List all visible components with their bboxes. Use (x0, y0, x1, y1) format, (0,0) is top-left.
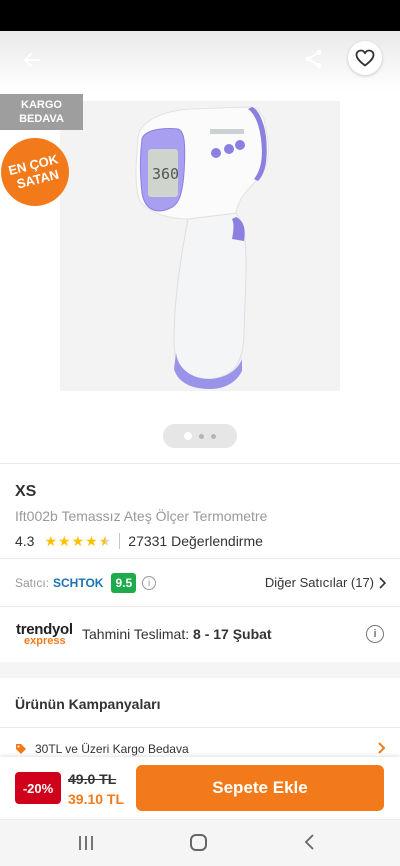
add-to-cart-button[interactable]: Sepete Ekle (136, 765, 384, 811)
current-price: 39.10 TL (68, 791, 125, 807)
product-name: Ift002b Temassız Ateş Ölçer Termometre (15, 508, 268, 524)
free-shipping-text: KARGO BEDAVA (19, 99, 64, 125)
star-icon: ★ (85, 532, 98, 549)
chevron-right-icon[interactable] (376, 742, 386, 754)
delivery-dates: 8 - 17 Şubat (193, 626, 272, 642)
delivery-row: trendyol express Tahmini Teslimat: 8 - 1… (0, 607, 400, 662)
product-brand[interactable]: XS (15, 483, 36, 501)
rating-row[interactable]: 4.3 ★ ★ ★ ★ ★ 27331 Değerlendirme (15, 532, 263, 550)
divider (0, 558, 400, 559)
seller-info-icon[interactable]: i (142, 576, 157, 590)
image-carousel-dots[interactable] (163, 424, 237, 448)
bestseller-badge: EN ÇOK SATAN (0, 137, 70, 207)
share-button[interactable] (300, 45, 328, 73)
back-button[interactable] (18, 46, 46, 74)
thermometer-illustration: 360 (135, 106, 269, 389)
heart-icon (355, 49, 375, 67)
divider (0, 463, 400, 464)
rating-score: 4.3 (15, 533, 35, 549)
half-star-icon: ★ (98, 532, 112, 549)
campaigns-title: Ürünün Kampanyaları (15, 696, 161, 712)
home-icon[interactable] (190, 834, 207, 851)
svg-text:360: 360 (152, 165, 179, 183)
other-sellers-label: Diğer Satıcılar (17) (264, 575, 374, 590)
recent-apps-icon[interactable] (78, 835, 94, 851)
product-hero: 360 KARGO BEDAVA EN ÇOK SATAN (0, 31, 400, 461)
system-navigation-bar (0, 819, 400, 866)
free-shipping-badge: KARGO BEDAVA (0, 94, 83, 130)
status-bar (0, 0, 400, 31)
seller-row: Satıcı: SCHTOK 9.5 i (15, 571, 157, 595)
carousel-dot-2[interactable] (199, 433, 204, 439)
star-icon: ★ (71, 532, 85, 549)
trendyol-express-logo: trendyol express (16, 622, 73, 647)
product-image[interactable]: 360 (60, 101, 340, 391)
star-icon: ★ (44, 532, 58, 549)
rating-stars: ★ ★ ★ ★ ★ (44, 533, 111, 550)
discount-badge: -20% (15, 772, 61, 804)
divider (0, 727, 400, 728)
seller-score-badge: 9.5 (111, 573, 137, 593)
system-back-icon[interactable] (302, 833, 316, 851)
share-icon (305, 50, 322, 68)
old-price: 49.0 TL (68, 771, 117, 787)
bestseller-badge-graphic: EN ÇOK SATAN (1, 138, 69, 206)
review-count[interactable]: 27331 Değerlendirme (128, 533, 263, 549)
tag-icon (16, 744, 26, 754)
delivery-info-icon[interactable]: i (366, 625, 384, 643)
chevron-right-icon (379, 576, 386, 589)
campaign-label: 30TL ve Üzeri Kargo Bedava (35, 742, 189, 756)
section-gap (0, 662, 400, 678)
carousel-dot-1[interactable] (184, 432, 192, 440)
delivery-label: Tahmini Teslimat: (82, 626, 190, 642)
purchase-bar: -20% 49.0 TL 39.10 TL Sepete Ekle (0, 757, 400, 819)
arrow-left-icon (24, 53, 40, 67)
estimated-delivery: Tahmini Teslimat: 8 - 17 Şubat (82, 626, 272, 642)
seller-name-link[interactable]: SCHTOK (53, 576, 103, 590)
logo-sub-text: express (24, 635, 66, 647)
other-sellers-link[interactable]: Diğer Satıcılar (17) (265, 575, 386, 590)
favorite-button[interactable] (348, 41, 382, 75)
seller-label: Satıcı: (15, 576, 50, 590)
hero-top-gradient (0, 31, 400, 91)
star-icon: ★ (58, 532, 71, 549)
carousel-dot-3[interactable] (211, 433, 216, 439)
rating-separator (119, 533, 121, 549)
campaign-item[interactable]: 30TL ve Üzeri Kargo Bedava (15, 742, 189, 756)
